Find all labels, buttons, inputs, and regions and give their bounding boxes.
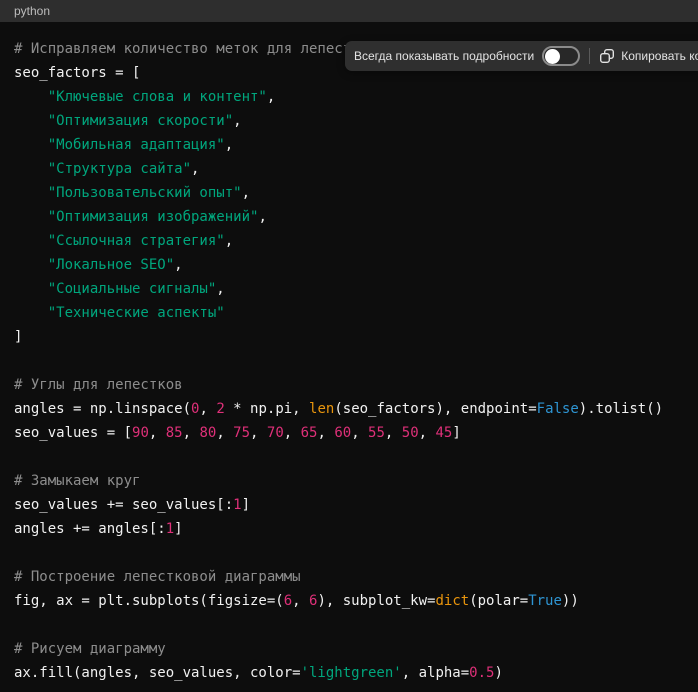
code-line: ax.fill(angles, seo_values, color='light… <box>14 661 684 685</box>
copy-code-label: Копировать код <box>621 49 698 63</box>
code-line <box>14 349 684 373</box>
code-line: angles += angles[:1] <box>14 517 684 541</box>
toolbar-divider <box>589 48 590 64</box>
code-line <box>14 613 684 637</box>
code-line: angles = np.linspace(0, 2 * np.pi, len(s… <box>14 397 684 421</box>
code-line: "Ключевые слова и контент", <box>14 85 684 109</box>
code-line: # Углы для лепестков <box>14 373 684 397</box>
code-line: "Пользовательский опыт", <box>14 181 684 205</box>
code-line: ] <box>14 325 684 349</box>
code-line <box>14 541 684 565</box>
code-toolbar: Всегда показывать подробности Копировать… <box>345 41 698 71</box>
code-block-window: python # Исправляем количество меток для… <box>0 0 698 692</box>
code-line <box>14 445 684 469</box>
code-line: "Локальное SEO", <box>14 253 684 277</box>
code-line: seo_values = [90, 85, 80, 75, 70, 65, 60… <box>14 421 684 445</box>
code-line: "Социальные сигналы", <box>14 277 684 301</box>
code-line: "Технические аспекты" <box>14 301 684 325</box>
always-show-details-label: Всегда показывать подробности <box>354 49 534 63</box>
code-line: seo_values += seo_values[:1] <box>14 493 684 517</box>
code-line: "Мобильная адаптация", <box>14 133 684 157</box>
code-block-header: python <box>0 0 698 22</box>
language-label: python <box>14 0 50 22</box>
code-line: "Ссылочная стратегия", <box>14 229 684 253</box>
code-line: # Рисуем диаграмму <box>14 637 684 661</box>
code-line: # Замыкаем круг <box>14 469 684 493</box>
toggle-knob-icon <box>545 49 560 64</box>
code-line: "Оптимизация изображений", <box>14 205 684 229</box>
code-line: "Оптимизация скорости", <box>14 109 684 133</box>
copy-icon <box>599 48 615 64</box>
code-line: # Построение лепестковой диаграммы <box>14 565 684 589</box>
code-line: fig, ax = plt.subplots(figsize=(6, 6), s… <box>14 589 684 613</box>
code-line: "Структура сайта", <box>14 157 684 181</box>
code-content: # Исправляем количество меток для лепест… <box>0 22 698 692</box>
always-show-details-toggle[interactable] <box>542 46 580 66</box>
copy-code-button[interactable]: Копировать код <box>599 48 698 64</box>
